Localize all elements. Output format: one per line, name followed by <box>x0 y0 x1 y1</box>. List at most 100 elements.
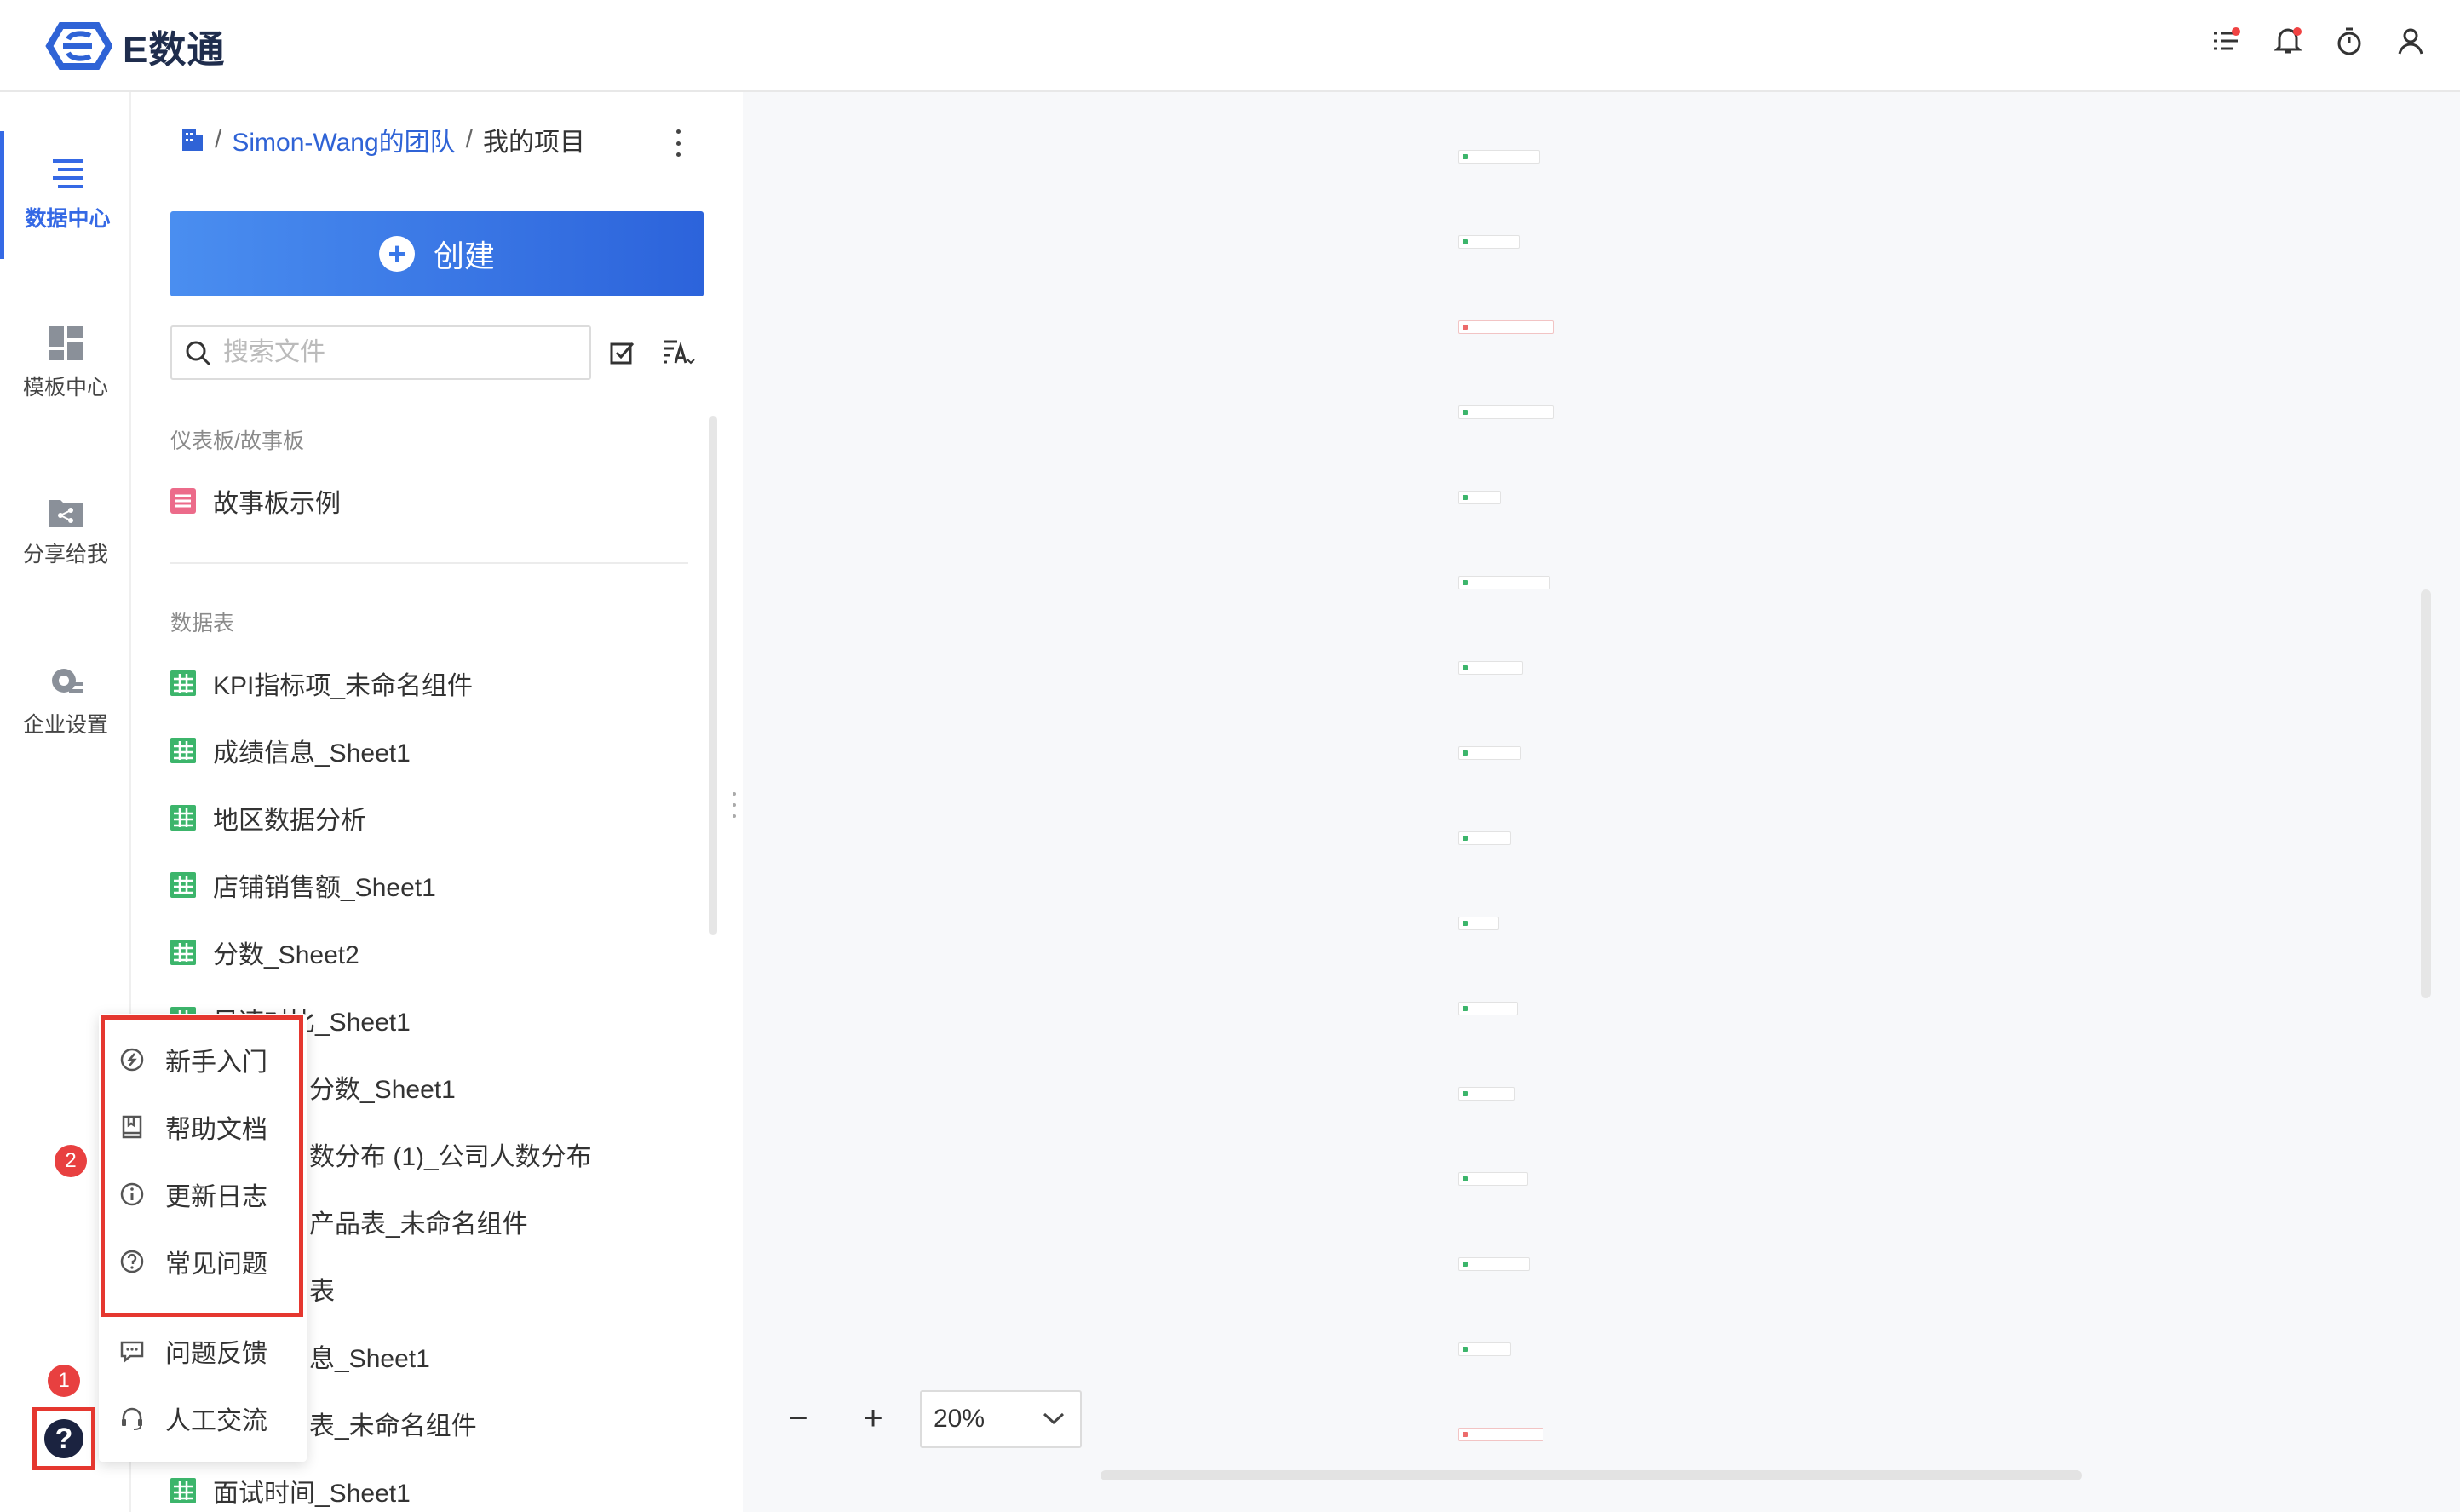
zoom-out-button[interactable]: − <box>777 1397 819 1440</box>
file-name: 数分布 (1)_公司人数分布 <box>309 1143 592 1171</box>
file-name: 表 <box>309 1278 335 1306</box>
menu-item-label: 更新日志 <box>165 1183 267 1211</box>
headset-icon <box>122 1407 142 1430</box>
nav-label: 数据中心 <box>25 207 111 231</box>
question-circle-icon <box>120 1250 144 1273</box>
list-item-table[interactable]: 产品表_未命名组件 <box>309 1203 528 1240</box>
zoom-value: 20% <box>934 1405 986 1433</box>
list-item-table[interactable]: 分数_Sheet1 <box>309 1068 456 1106</box>
nav-item-shared-with-me[interactable]: 分享给我 <box>0 469 131 596</box>
nav-item-templates[interactable]: 模板中心 <box>0 300 131 428</box>
menu-item-faq[interactable]: 常见问题 <box>119 1243 267 1280</box>
canvas-node[interactable] <box>1458 576 1550 589</box>
canvas-node[interactable] <box>1458 1172 1528 1186</box>
sheet-icon <box>170 872 196 898</box>
storyboard-icon <box>170 488 196 514</box>
section-title-tables: 数据表 <box>170 612 235 635</box>
canvas-node[interactable] <box>1458 491 1501 504</box>
canvas-node[interactable] <box>1458 235 1520 249</box>
file-name: KPI指标项_未命名组件 <box>213 672 474 700</box>
comment-icon <box>120 1341 144 1363</box>
share-folder-icon <box>49 500 83 527</box>
list-item-table[interactable]: 数分布 (1)_公司人数分布 <box>309 1135 592 1173</box>
menu-item-getting-started[interactable]: 新手入门 <box>119 1041 267 1078</box>
canvas-node[interactable] <box>1458 661 1523 675</box>
breadcrumb-team-link[interactable]: Simon-Wang的团队 <box>232 121 455 158</box>
canvas-node[interactable] <box>1458 1257 1530 1271</box>
logo-icon <box>45 22 112 70</box>
list-item-table[interactable]: KPI指标项_未命名组件 <box>170 664 473 702</box>
canvas-node[interactable] <box>1458 1087 1515 1101</box>
menu-item-label: 常见问题 <box>165 1250 267 1279</box>
canvas-node[interactable] <box>1458 1428 1543 1441</box>
canvas-node[interactable] <box>1458 405 1554 419</box>
menu-item-feedback[interactable]: 问题反馈 <box>119 1332 267 1370</box>
help-button-highlight: ? <box>32 1407 95 1470</box>
batch-select-icon[interactable] <box>605 334 641 370</box>
canvas-node[interactable] <box>1458 320 1554 334</box>
menu-item-changelog[interactable]: 更新日志 <box>119 1176 267 1213</box>
canvas-vertical-scrollbar[interactable] <box>2421 589 2431 998</box>
data-center-icon <box>52 159 83 188</box>
menu-item-label: 问题反馈 <box>165 1340 267 1368</box>
list-item-table[interactable]: 息_Sheet1 <box>309 1337 430 1375</box>
book-icon <box>122 1115 142 1139</box>
zoom-in-button[interactable]: + <box>852 1397 894 1440</box>
list-item-dashboard[interactable]: 故事板示例 <box>170 482 341 520</box>
help-icon[interactable]: ? <box>44 1419 83 1458</box>
menu-item-help-docs[interactable]: 帮助文档 <box>119 1108 267 1146</box>
panel-resize-handle[interactable] <box>731 792 738 818</box>
template-icon <box>49 326 83 360</box>
file-name: 分数_Sheet2 <box>213 941 359 969</box>
list-item-table[interactable]: 地区数据分析 <box>170 799 366 836</box>
lineage-canvas[interactable] <box>743 92 2460 1512</box>
file-name: 息_Sheet1 <box>309 1345 430 1373</box>
menu-item-label: 新手入门 <box>165 1049 267 1077</box>
list-item-table[interactable]: 分数_Sheet2 <box>170 934 359 971</box>
step-badge-2: 2 <box>55 1145 87 1177</box>
list-item-table[interactable]: 成绩信息_Sheet1 <box>170 732 411 769</box>
canvas-node[interactable] <box>1458 1002 1518 1015</box>
notification-dot <box>2293 27 2302 36</box>
file-name: 店铺销售额_Sheet1 <box>213 874 436 902</box>
breadcrumb-current: 我的项目 <box>482 129 585 157</box>
sort-icon[interactable] <box>661 334 697 370</box>
canvas-node[interactable] <box>1458 831 1511 845</box>
menu-item-live-support[interactable]: 人工交流 <box>119 1400 267 1437</box>
nav-label: 企业设置 <box>22 713 108 737</box>
list-item-table[interactable]: 表 <box>309 1270 335 1308</box>
search-input[interactable] <box>221 337 562 368</box>
section-divider <box>170 562 688 564</box>
list-item-table[interactable]: 面试时间_Sheet1 <box>170 1472 411 1509</box>
canvas-node[interactable] <box>1458 917 1499 930</box>
step-badge-1: 1 <box>48 1365 80 1397</box>
app-name: E数通 <box>123 29 226 71</box>
file-name: 分数_Sheet1 <box>309 1076 456 1104</box>
list-item-table[interactable]: 店铺销售额_Sheet1 <box>170 866 436 904</box>
canvas-node[interactable] <box>1458 746 1521 760</box>
task-list-icon[interactable] <box>2211 26 2242 56</box>
building-icon[interactable] <box>181 127 204 152</box>
breadcrumb-separator: / <box>465 125 473 153</box>
canvas-node[interactable] <box>1458 1342 1511 1356</box>
app-logo[interactable]: E数通 <box>37 19 225 73</box>
compass-icon <box>120 1048 144 1072</box>
plus-circle-icon: + <box>378 236 415 272</box>
bell-icon[interactable] <box>2273 26 2303 56</box>
create-button-label: 创建 <box>433 239 495 273</box>
sheet-icon <box>170 805 196 831</box>
panel-scrollbar[interactable] <box>709 416 717 935</box>
user-icon[interactable] <box>2395 26 2426 56</box>
zoom-select[interactable]: 20% <box>920 1390 1082 1448</box>
nav-item-data-center[interactable]: 数据中心 <box>0 131 131 259</box>
list-item-table[interactable]: 表_未命名组件 <box>309 1405 477 1442</box>
canvas-node[interactable] <box>1458 150 1540 164</box>
timer-icon[interactable] <box>2334 26 2365 56</box>
canvas-horizontal-scrollbar[interactable] <box>1101 1470 2082 1480</box>
file-name: 成绩信息_Sheet1 <box>213 739 411 767</box>
more-options-icon[interactable] <box>670 126 687 160</box>
menu-item-label: 帮助文档 <box>165 1116 267 1144</box>
create-button[interactable]: + 创建 <box>170 211 704 296</box>
chevron-down-icon <box>1043 1412 1065 1425</box>
nav-item-enterprise-settings[interactable]: 企业设置 <box>0 637 131 765</box>
